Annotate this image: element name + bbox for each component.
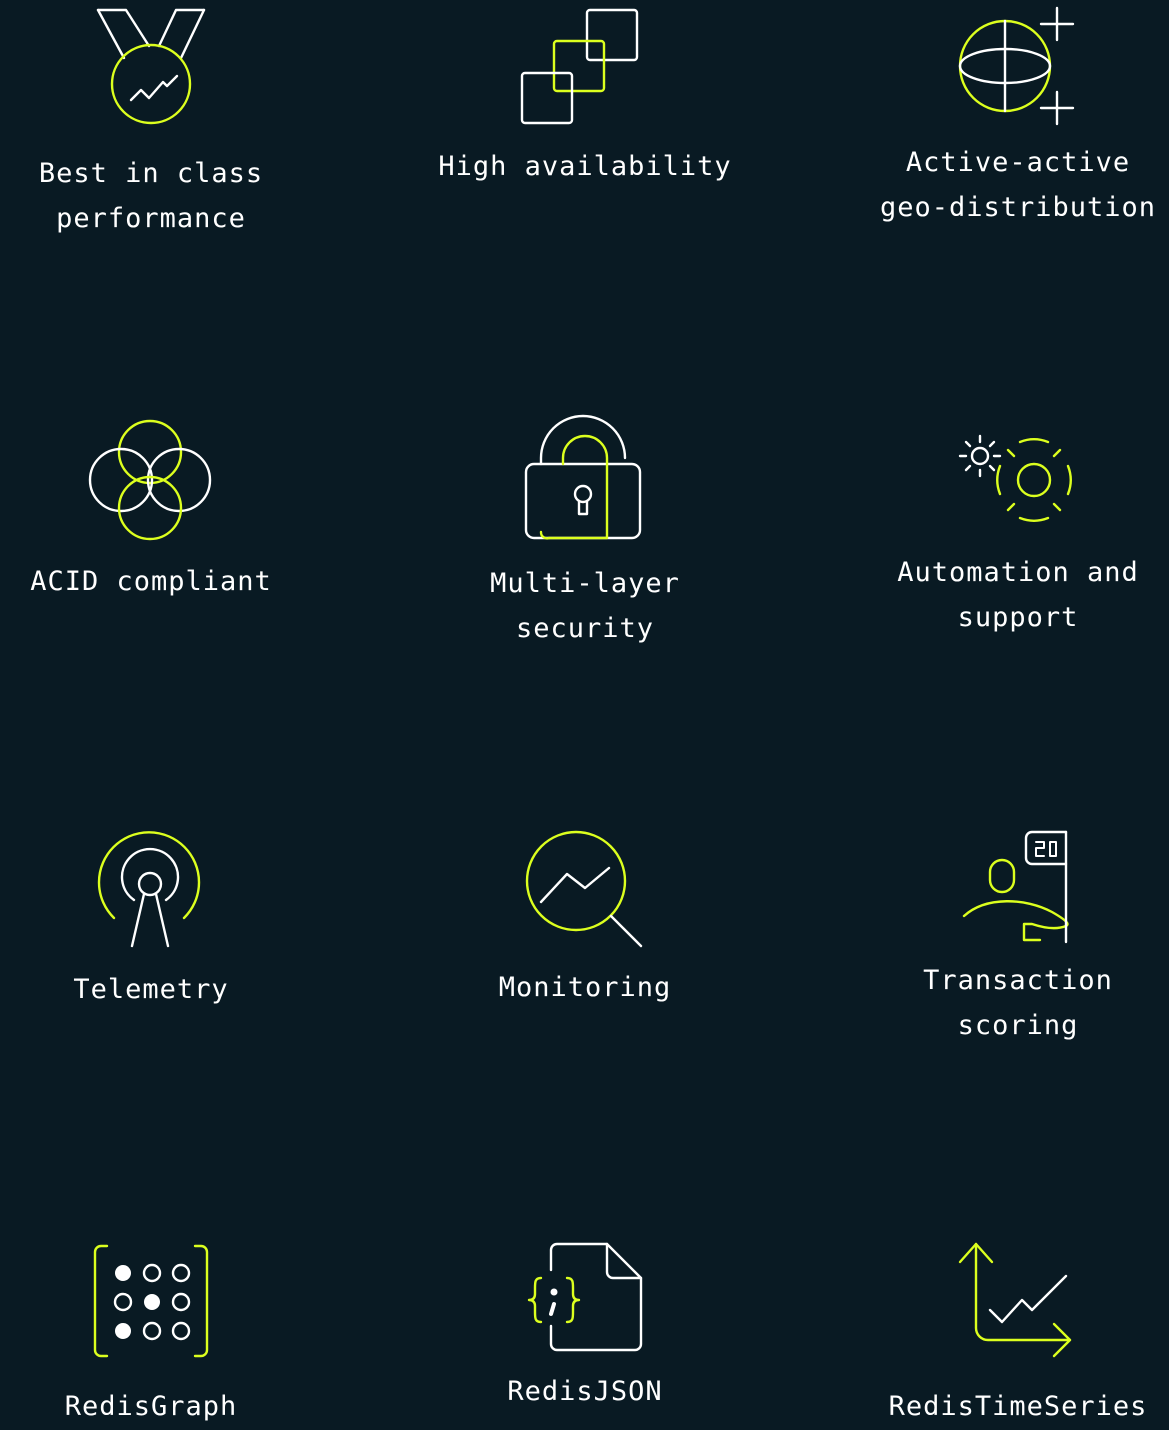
feature-label: Transaction scoring <box>923 965 1113 1041</box>
globe-plus-icon <box>958 6 1075 126</box>
padlock-icon <box>524 414 642 540</box>
feature-label: RedisJSON <box>507 1376 663 1407</box>
feature-redistimeseries: RedisTimeSeries <box>858 1242 1169 1429</box>
stacked-squares-icon <box>520 8 639 125</box>
feature-label: Monitoring <box>498 972 672 1003</box>
feature-best-in-class-performance: Best in class performance <box>0 6 311 241</box>
feature-multi-layer-security: Multi-layer security <box>425 414 745 651</box>
feature-label: RedisTimeSeries <box>888 1391 1148 1422</box>
feature-label: Active-active geo-distribution <box>879 147 1157 223</box>
feature-automation-and-support: Automation and support <box>858 432 1169 640</box>
time-series-chart-icon <box>958 1242 1072 1358</box>
feature-transaction-scoring: Transaction scoring <box>858 828 1169 1048</box>
feature-label: Best in class performance <box>38 158 264 234</box>
feature-redisgraph: RedisGraph <box>0 1244 311 1429</box>
feature-active-active-geo-distribution: Active-active geo-distribution <box>858 6 1169 230</box>
feature-label: RedisGraph <box>64 1391 238 1422</box>
gears-icon <box>958 434 1072 522</box>
feature-high-availability: High availability <box>425 6 745 189</box>
feature-label: High availability <box>438 151 732 182</box>
feature-label: ACID compliant <box>30 566 272 597</box>
feature-label: Automation and support <box>897 557 1139 633</box>
feature-redisjson: RedisJSON <box>425 1242 745 1414</box>
magnifier-chart-icon <box>525 830 643 948</box>
person-score-flag-icon <box>962 830 1069 944</box>
antenna-icon <box>97 831 201 948</box>
medal-icon <box>96 8 206 125</box>
feature-label: Multi-layer security <box>490 568 680 644</box>
feature-acid-compliant: ACID compliant <box>0 418 311 604</box>
overlapping-circles-icon <box>88 419 212 541</box>
feature-label: Telemetry <box>73 974 229 1005</box>
feature-telemetry: Telemetry <box>0 831 311 1012</box>
feature-monitoring: Monitoring <box>425 830 745 1010</box>
dot-grid-icon <box>93 1244 209 1358</box>
json-file-icon <box>527 1242 643 1352</box>
